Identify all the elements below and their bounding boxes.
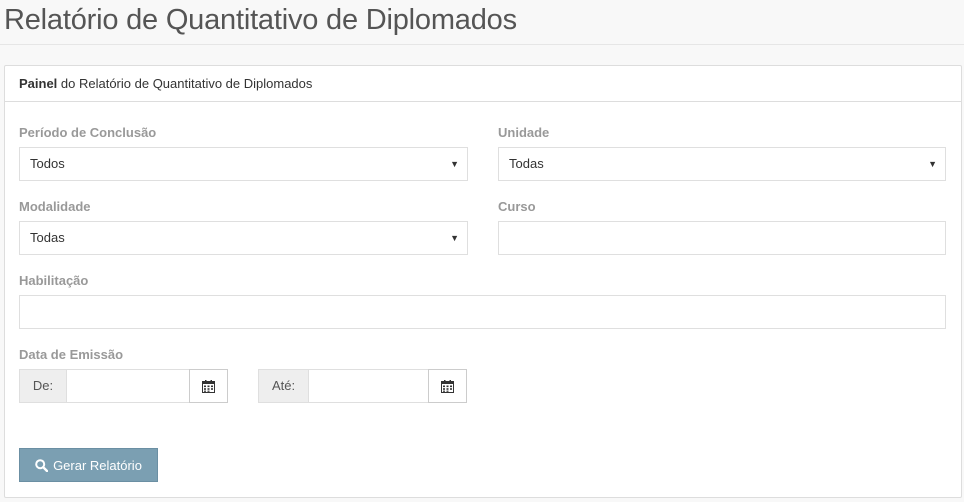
- calendar-icon: [202, 379, 215, 393]
- periodo-label: Período de Conclusão: [19, 125, 157, 140]
- de-addon: De:: [19, 369, 67, 403]
- gerar-relatorio-label: Gerar Relatório: [53, 457, 142, 473]
- de-calendar-button[interactable]: [189, 369, 228, 403]
- calendar-icon: [441, 379, 454, 393]
- de-date-input[interactable]: [67, 369, 190, 403]
- gerar-relatorio-button[interactable]: Gerar Relatório: [19, 448, 158, 482]
- unidade-select[interactable]: Todas ▼: [498, 147, 946, 181]
- modalidade-label: Modalidade: [19, 199, 91, 214]
- modalidade-value: Todas: [30, 230, 65, 245]
- ate-calendar-button[interactable]: [428, 369, 467, 403]
- unidade-label: Unidade: [498, 125, 550, 140]
- search-icon: [35, 458, 49, 472]
- title-divider: [0, 44, 964, 45]
- periodo-select[interactable]: Todos ▼: [19, 147, 468, 181]
- ate-addon: Até:: [258, 369, 309, 403]
- panel-heading: Painel do Relatório de Quantitativo de D…: [5, 66, 961, 102]
- page-title: Relatório de Quantitativo de Diplomados: [4, 4, 517, 36]
- curso-label: Curso: [498, 199, 536, 214]
- ate-date-input[interactable]: [309, 369, 430, 403]
- caret-down-icon: ▼: [928, 159, 937, 169]
- panel-heading-text: do Relatório de Quantitativo de Diplomad…: [57, 76, 313, 91]
- curso-input[interactable]: [498, 221, 946, 255]
- data-emissao-label: Data de Emissão: [19, 347, 124, 362]
- unidade-value: Todas: [509, 156, 544, 171]
- habilitacao-input[interactable]: [19, 295, 946, 329]
- caret-down-icon: ▼: [450, 233, 459, 243]
- habilitacao-label: Habilitação: [19, 273, 89, 288]
- report-panel: Painel do Relatório de Quantitativo de D…: [4, 65, 962, 498]
- modalidade-select[interactable]: Todas ▼: [19, 221, 468, 255]
- panel-heading-bold: Painel: [19, 76, 58, 91]
- caret-down-icon: ▼: [450, 159, 459, 169]
- periodo-value: Todos: [30, 156, 65, 171]
